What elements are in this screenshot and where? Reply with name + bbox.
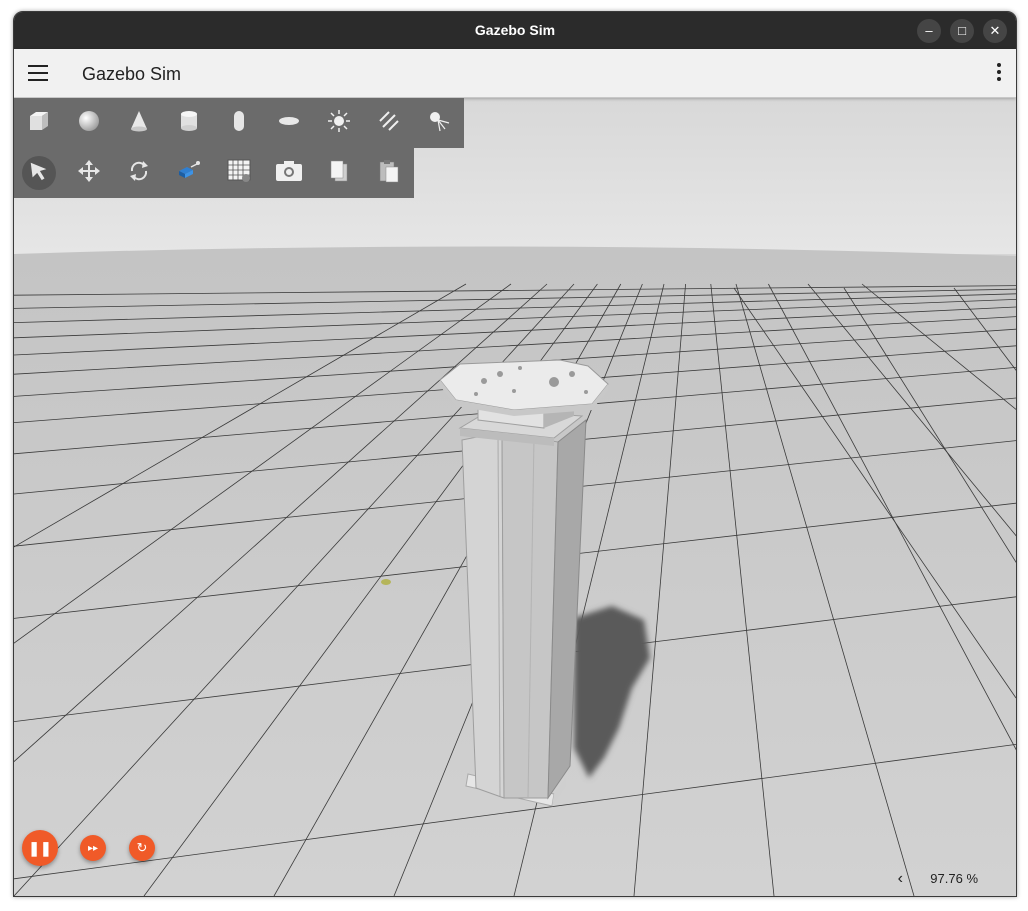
3d-viewport[interactable]: [14, 98, 1016, 896]
view-angle-tool-button[interactable]: [164, 148, 214, 198]
box-tool-button[interactable]: [14, 98, 64, 148]
directional-light-icon: [377, 109, 401, 138]
app-window: Gazebo Sim – □ ✕ Gazebo Sim ❚❚ ▸▸ ↻ ‹ 97…: [13, 11, 1017, 897]
reset-button[interactable]: ↻: [129, 835, 155, 861]
grid-icon: [227, 159, 251, 188]
step-button[interactable]: ▸▸: [80, 835, 106, 861]
minimize-button[interactable]: –: [917, 19, 941, 43]
ellipsoid-icon: [277, 109, 301, 138]
view-angle-icon: [177, 159, 201, 188]
sphere-icon: [77, 109, 101, 138]
capsule-icon: [227, 109, 251, 138]
point-light-icon: [327, 109, 351, 138]
window-title: Gazebo Sim: [474, 22, 556, 38]
small-object: [381, 579, 391, 585]
box-icon: [27, 109, 51, 138]
point-light-tool-button[interactable]: [314, 98, 364, 148]
cone-icon: [127, 109, 151, 138]
shapes-toolbar: [14, 98, 464, 148]
paste-icon: [377, 159, 401, 188]
hamburger-menu-icon[interactable]: [28, 65, 48, 81]
screenshot-tool-button[interactable]: [264, 148, 314, 198]
rotate-icon: [127, 159, 151, 188]
copy-tool-button[interactable]: [314, 148, 364, 198]
cylinder-icon: [177, 109, 201, 138]
maximize-button[interactable]: □: [950, 19, 974, 43]
grid-config-tool-button[interactable]: [214, 148, 264, 198]
translate-icon: [77, 159, 101, 188]
spot-light-icon: [427, 109, 451, 138]
transform-toolbar: [14, 148, 414, 198]
copy-icon: [327, 159, 351, 188]
pause-button[interactable]: ❚❚: [22, 830, 58, 866]
paste-tool-button[interactable]: [364, 148, 414, 198]
real-time-factor: 97.76 %: [930, 871, 978, 886]
select-tool-button[interactable]: [14, 148, 64, 198]
cone-tool-button[interactable]: [114, 98, 164, 148]
sphere-tool-button[interactable]: [64, 98, 114, 148]
linear-actuator-column: [458, 392, 587, 800]
translate-tool-button[interactable]: [64, 148, 114, 198]
directional-light-tool-button[interactable]: [364, 98, 414, 148]
select-arrow-icon: [28, 160, 50, 187]
rotate-tool-button[interactable]: [114, 148, 164, 198]
app-header: Gazebo Sim: [14, 49, 1016, 98]
ellipsoid-tool-button[interactable]: [264, 98, 314, 148]
title-bar[interactable]: Gazebo Sim – □ ✕: [14, 12, 1016, 49]
camera-icon: [275, 159, 303, 188]
cylinder-tool-button[interactable]: [164, 98, 214, 148]
kebab-menu-icon[interactable]: [996, 63, 1002, 85]
capsule-tool-button[interactable]: [214, 98, 264, 148]
spot-light-tool-button[interactable]: [414, 98, 464, 148]
app-title: Gazebo Sim: [82, 64, 182, 84]
close-button[interactable]: ✕: [983, 19, 1007, 43]
chevron-left-icon[interactable]: ‹: [898, 870, 903, 888]
